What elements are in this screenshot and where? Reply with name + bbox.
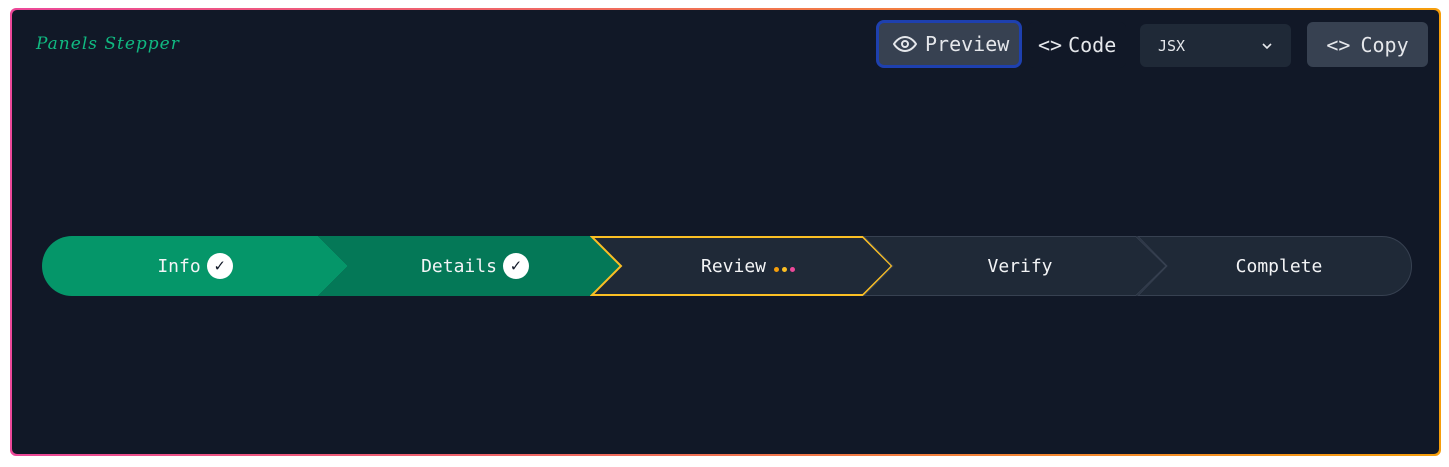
app-frame: Panels Stepper Preview <> Code JSX <> Co… [10,8,1441,456]
chevron-down-icon [1262,42,1272,49]
preview-panel: Panels Stepper Preview <> Code JSX <> Co… [12,10,1439,454]
eye-icon [893,35,917,53]
code-button[interactable]: <> Code [1028,22,1127,68]
step-label: Review [700,255,767,277]
language-select[interactable]: JSX [1140,24,1291,67]
code-icon: <> [1038,33,1063,57]
step-review[interactable]: Review [590,236,896,296]
loading-dot [774,266,780,272]
step-label: Info [157,255,201,277]
code-label: Code [1068,33,1117,57]
step-label: Verify [987,255,1053,277]
stepper: Info ✓ Details ✓ Review Verify Complete [42,236,1412,298]
preview-button[interactable]: Preview [876,20,1022,68]
page-title: Panels Stepper [36,34,180,54]
loading-dot [782,266,788,272]
copy-label: Copy [1360,32,1409,57]
check-icon: ✓ [502,253,529,279]
step-details[interactable]: Details ✓ [318,236,622,296]
step-verify[interactable]: Verify [862,236,1168,296]
loading-dot [790,266,796,272]
step-info[interactable]: Info ✓ [42,236,348,296]
language-value: JSX [1158,36,1186,55]
loading-dots [774,266,796,272]
code-icon: <> [1326,32,1351,57]
step-complete[interactable]: Complete [1136,236,1412,296]
step-label: Complete [1235,255,1323,277]
check-icon: ✓ [206,253,233,279]
step-label: Details [421,255,497,277]
preview-label: Preview [925,32,1010,56]
copy-button[interactable]: <> Copy [1307,22,1428,67]
